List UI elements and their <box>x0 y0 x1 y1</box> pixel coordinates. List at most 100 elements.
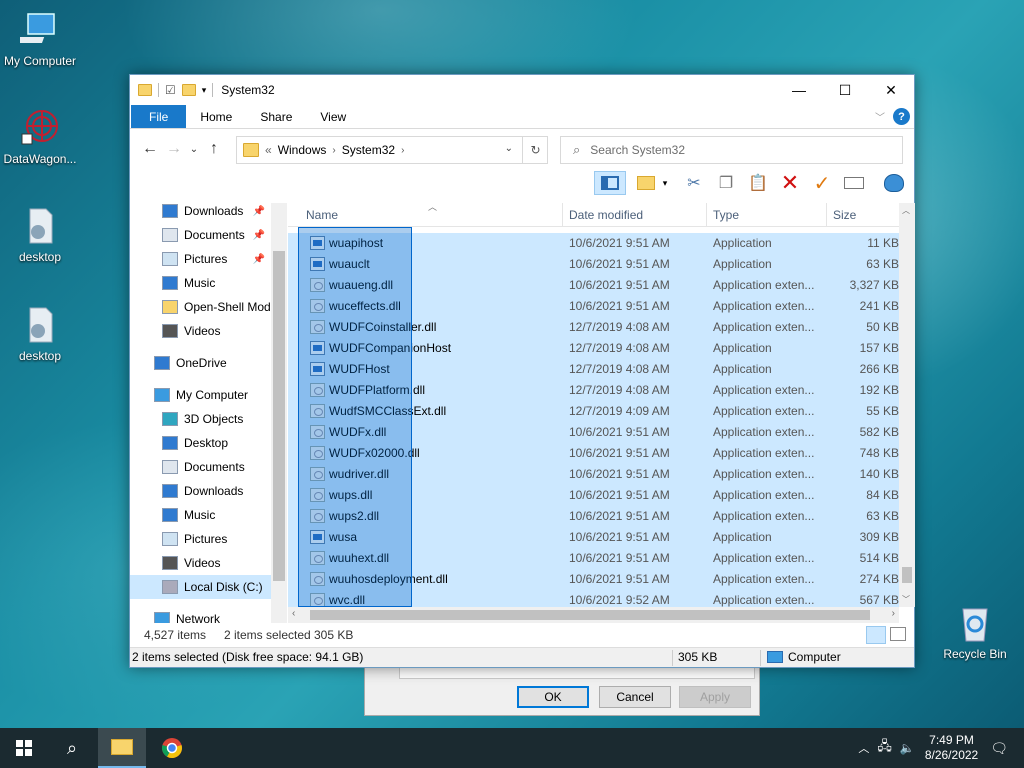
scroll-up-icon[interactable]: ︿ <box>902 205 910 216</box>
sidebar-item-music[interactable]: Music <box>130 503 271 527</box>
desktop-icon-recycle-bin[interactable]: Recycle Bin <box>934 603 1016 661</box>
start-button[interactable] <box>0 728 48 768</box>
desktop-icon-my-computer[interactable]: My Computer <box>0 10 80 68</box>
tab-share[interactable]: Share <box>246 105 306 128</box>
chevron-right-icon[interactable]: › <box>401 145 404 156</box>
chevron-right-icon[interactable]: › <box>332 145 335 156</box>
horizontal-scroll-thumb[interactable] <box>310 610 870 620</box>
customize-toolbar-icon[interactable]: ▾ <box>202 85 207 96</box>
file-date-modified: 12/7/2019 4:08 AM <box>569 383 670 397</box>
cut-icon[interactable]: ✂ <box>682 171 706 195</box>
sidebar-item-music[interactable]: Music <box>130 271 271 295</box>
breadcrumb-windows[interactable]: Windows <box>278 143 327 157</box>
sidebar-item-3d-objects[interactable]: 3D Objects <box>130 407 271 431</box>
sidebar-item-local-disk-c[interactable]: Local Disk (C:) <box>130 575 271 599</box>
paste-icon[interactable]: 📋 <box>746 171 770 195</box>
search-input[interactable]: Search System32 <box>590 143 685 157</box>
help-icon[interactable]: ? <box>893 108 910 125</box>
column-size[interactable]: Size <box>827 203 907 227</box>
sidebar-item-videos[interactable]: Videos <box>130 319 271 343</box>
ok-button[interactable]: OK <box>517 686 589 708</box>
sidebar-item-pictures[interactable]: Pictures <box>130 527 271 551</box>
sidebar-item-onedrive[interactable]: OneDrive <box>130 351 271 375</box>
sidebar-item-my-computer[interactable]: My Computer <box>130 383 271 407</box>
tab-view[interactable]: View <box>306 105 360 128</box>
properties-check-icon[interactable]: ☑ <box>165 83 176 97</box>
file-type: Application exten... <box>713 551 815 565</box>
sidebar-item-label: Videos <box>184 556 221 570</box>
sidebar-item-documents[interactable]: Documents 📌 <box>130 223 271 247</box>
navigation-pane: Downloads 📌 Documents 📌 Pictures 📌 Music Open-S… <box>130 203 287 623</box>
status-bar: 2 items selected (Disk free space: 94.1 … <box>130 647 914 667</box>
sidebar-item-label: Local Disk (C:) <box>184 580 263 594</box>
sidebar-item-pictures[interactable]: Pictures 📌 <box>130 247 271 271</box>
new-folder-icon[interactable] <box>634 171 658 195</box>
notifications-icon[interactable]: 🗨 <box>990 740 1008 757</box>
apply-button[interactable]: Apply <box>679 686 751 708</box>
volume-icon[interactable]: 🔈 <box>900 741 915 755</box>
title-bar[interactable]: ☑ ▾ System32 — ☐ ✕ <box>130 75 914 105</box>
close-button[interactable]: ✕ <box>868 75 914 105</box>
details-view-icon[interactable] <box>866 626 886 644</box>
tab-file[interactable]: File <box>131 105 187 128</box>
file-list-horizontal-scrollbar[interactable]: ‹ › <box>288 607 899 623</box>
delete-icon[interactable]: ✕ <box>778 170 802 195</box>
desktop-icon-datawagon[interactable]: DataWagon... <box>0 108 80 166</box>
search-box[interactable]: ⌕ Search System32 <box>560 136 903 164</box>
column-name[interactable]: Name <box>300 203 563 227</box>
taskbar-chrome[interactable] <box>148 728 196 768</box>
recent-locations-icon[interactable]: ⌄ <box>186 144 202 155</box>
column-type[interactable]: Type <box>707 203 827 227</box>
shell-icon[interactable] <box>882 171 906 195</box>
address-bar[interactable]: « Windows › System32 › ⌄ <box>236 136 548 164</box>
minimize-button[interactable]: — <box>776 75 822 105</box>
sidebar-item-desktop[interactable]: Desktop <box>130 431 271 455</box>
copy-icon[interactable]: ❐ <box>714 171 738 195</box>
sidebar-item-videos[interactable]: Videos <box>130 551 271 575</box>
network-icon[interactable]: 🖧 <box>877 737 892 759</box>
sidebar-item-downloads[interactable]: Downloads 📌 <box>130 203 271 223</box>
nav-scroll-thumb[interactable] <box>273 251 285 581</box>
large-icons-view-icon[interactable] <box>890 627 906 641</box>
column-date-modified[interactable]: Date modified <box>563 203 707 227</box>
scroll-left-icon[interactable]: ‹ <box>292 608 295 619</box>
new-folder-icon[interactable] <box>181 84 196 96</box>
taskbar-file-explorer[interactable] <box>98 728 146 768</box>
dropdown-arrow-icon[interactable]: ▾ <box>658 171 672 195</box>
sidebar-item-open-shell-mod[interactable]: Open-Shell Mod <box>130 295 271 319</box>
file-type: Application exten... <box>713 488 815 502</box>
selected-count: 2 items selected <box>224 628 311 642</box>
desktop-icon-label: desktop <box>18 349 62 363</box>
preview-pane-icon[interactable] <box>594 171 626 195</box>
refresh-button[interactable]: ↻ <box>522 136 548 164</box>
properties-check-icon[interactable]: ✓ <box>810 171 834 195</box>
breadcrumb-system32[interactable]: System32 <box>342 143 395 157</box>
search-button[interactable]: ⌕ <box>48 728 96 768</box>
desktop-icon-desktop-1[interactable]: desktop <box>0 206 80 264</box>
maximize-button[interactable]: ☐ <box>822 75 868 105</box>
sidebar-item-documents[interactable]: Documents <box>130 455 271 479</box>
desktop-icon-desktop-2[interactable]: desktop <box>0 305 80 363</box>
music-icon <box>162 508 178 522</box>
nav-scrollbar[interactable] <box>271 203 287 623</box>
cancel-button[interactable]: Cancel <box>599 686 671 708</box>
sidebar-item-network[interactable]: Network <box>130 607 271 623</box>
back-button[interactable]: ← <box>138 140 162 158</box>
show-hidden-icons[interactable]: ︿ <box>858 740 869 756</box>
sidebar-item-downloads[interactable]: Downloads <box>130 479 271 503</box>
vertical-scroll-thumb[interactable] <box>902 567 912 583</box>
clock[interactable]: 7:49 PM 8/26/2022 <box>925 733 978 763</box>
forward-button[interactable]: → <box>162 140 186 158</box>
scroll-down-icon[interactable]: ﹀ <box>902 594 910 605</box>
address-dropdown-icon[interactable]: ⌄ <box>505 143 513 154</box>
pin-icon: 📌 <box>252 205 265 217</box>
file-type: Application exten... <box>713 509 815 523</box>
tab-home[interactable]: Home <box>186 105 246 128</box>
file-list-vertical-scrollbar[interactable]: ︿ ﹀ <box>899 203 915 607</box>
up-button[interactable]: ↑ <box>202 140 226 158</box>
scroll-right-icon[interactable]: › <box>892 608 895 619</box>
expand-ribbon-icon[interactable]: ﹀ <box>875 109 885 124</box>
rename-icon[interactable] <box>842 171 866 195</box>
address-overflow[interactable]: « <box>265 143 272 157</box>
file-size: 582 KB <box>859 425 899 439</box>
